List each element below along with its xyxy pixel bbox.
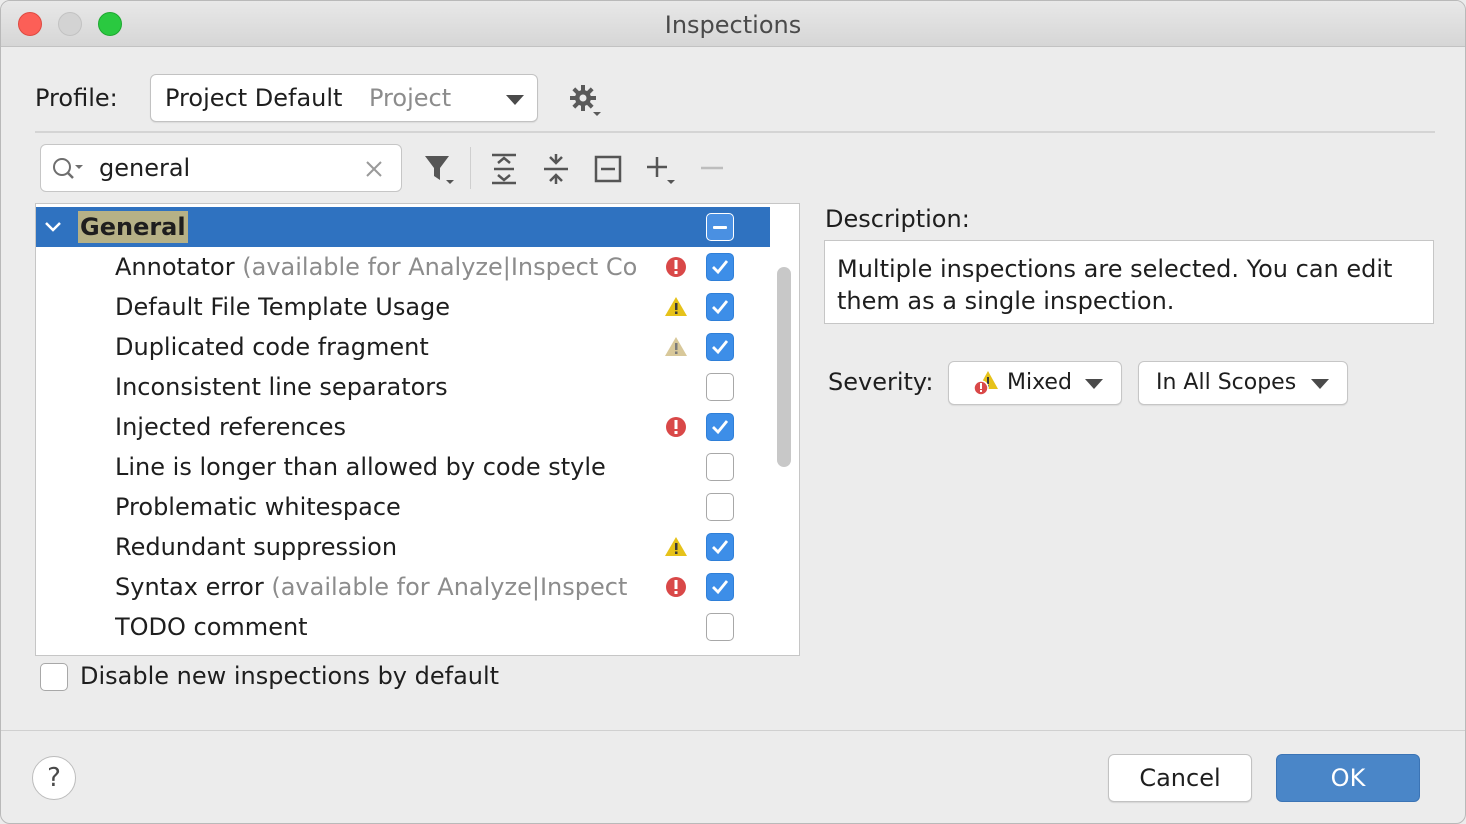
tree-item[interactable]: Syntax error (available for Analyze|Insp… (36, 567, 770, 607)
checkmark-icon (712, 340, 729, 355)
chevron-down-icon[interactable] (44, 218, 62, 236)
search-input[interactable] (99, 153, 349, 183)
warning-icon (665, 537, 687, 556)
group-label: General (78, 211, 188, 243)
tree-item[interactable]: Annotator (available for Analyze|Inspect… (36, 247, 770, 287)
chevron-down-icon (506, 95, 524, 105)
inspection-name: Injected references (115, 413, 347, 441)
collapse-all-icon[interactable] (539, 152, 573, 186)
checkmark-icon (712, 300, 729, 315)
inspection-name: Inconsistent line separators (115, 373, 448, 401)
expand-all-icon[interactable] (487, 152, 521, 186)
weak-warning-icon (665, 337, 687, 356)
inspection-checkbox[interactable] (706, 493, 734, 521)
severity-label: Severity: (828, 368, 934, 396)
inspection-checkbox[interactable] (706, 253, 734, 281)
inspection-name: Line is longer than allowed by code styl… (115, 453, 606, 481)
error-icon (666, 577, 686, 597)
scope-dropdown[interactable]: In All Scopes (1138, 361, 1348, 405)
inspection-hint: (available for Analyze|Inspect Co (242, 253, 638, 281)
inspection-checkbox[interactable] (706, 613, 734, 641)
inspections-tree[interactable]: General Annotator (available for Analyze… (35, 203, 800, 656)
tree-item[interactable]: TODO comment (36, 607, 770, 647)
inspection-label: Redundant suppression (115, 533, 397, 561)
error-icon (666, 257, 686, 277)
tree-item[interactable]: Duplicated code fragment (36, 327, 770, 367)
chevron-down-icon (1085, 379, 1103, 389)
inspection-checkbox[interactable] (706, 373, 734, 401)
disable-new-label: Disable new inspections by default (80, 662, 500, 690)
description-label: Description: (825, 205, 970, 233)
inspection-label: Annotator (available for Analyze|Inspect… (115, 253, 637, 281)
severity-dropdown[interactable]: Mixed (948, 361, 1122, 405)
inspection-name: Default File Template Usage (115, 293, 451, 321)
inspection-name: Redundant suppression (115, 533, 398, 561)
inspection-label: Syntax error (available for Analyze|Insp… (115, 573, 627, 601)
help-button[interactable]: ? (32, 756, 76, 800)
cancel-button[interactable]: Cancel (1108, 754, 1252, 802)
tree-item[interactable]: Default File Template Usage (36, 287, 770, 327)
inspection-checkbox[interactable] (706, 413, 734, 441)
error-icon (666, 417, 686, 437)
group-checkbox[interactable] (706, 213, 734, 241)
filter-icon[interactable] (422, 152, 456, 186)
severity-value: Mixed (1007, 370, 1072, 395)
reset-to-default-icon[interactable] (591, 152, 625, 186)
disable-new-checkbox[interactable] (40, 663, 68, 691)
inspection-name: Problematic whitespace (115, 493, 401, 521)
footer-divider (1, 730, 1465, 731)
ok-button[interactable]: OK (1276, 754, 1420, 802)
search-icon (53, 158, 83, 179)
scrollbar[interactable] (777, 267, 791, 467)
gear-icon[interactable] (569, 84, 603, 118)
inspection-name: Annotator (115, 253, 235, 281)
inspection-label: Inconsistent line separators (115, 373, 448, 401)
mixed-severity-icon (973, 371, 998, 396)
inspection-label: Duplicated code fragment (115, 333, 429, 361)
profile-dropdown[interactable]: Project Default Project (150, 74, 538, 122)
search-field[interactable] (40, 144, 402, 192)
inspection-checkbox[interactable] (706, 333, 734, 361)
toolbar-separator (470, 147, 471, 189)
inspection-checkbox[interactable] (706, 533, 734, 561)
profile-name: Project Default (165, 84, 343, 112)
divider (35, 131, 1435, 133)
inspection-checkbox[interactable] (706, 293, 734, 321)
inspection-label: Default File Template Usage (115, 293, 450, 321)
tree-group-general[interactable]: General (36, 207, 770, 247)
inspection-hint: (available for Analyze|Inspect (271, 573, 628, 601)
inspection-label: Injected references (115, 413, 346, 441)
inspection-name: Duplicated code fragment (115, 333, 429, 361)
tree-item[interactable]: Injected references (36, 407, 770, 447)
remove-icon (701, 166, 723, 170)
tree-item[interactable]: Line is longer than allowed by code styl… (36, 447, 770, 487)
inspection-name: TODO comment (115, 613, 308, 641)
inspection-checkbox[interactable] (706, 453, 734, 481)
checkmark-icon (712, 540, 729, 555)
checkmark-icon (712, 260, 729, 275)
tree-item[interactable]: Inconsistent line separators (36, 367, 770, 407)
warning-icon (665, 297, 687, 316)
add-icon[interactable] (643, 152, 677, 186)
tree-item[interactable]: Problematic whitespace (36, 487, 770, 527)
inspection-name: Syntax error (115, 573, 264, 601)
inspection-checkbox[interactable] (706, 573, 734, 601)
profile-scope: Project (369, 84, 452, 112)
inspections-dialog: Inspections Profile: Project Default Pro… (0, 0, 1466, 824)
title-bar: Inspections (1, 1, 1465, 47)
profile-label: Profile: (35, 84, 118, 112)
tree-item[interactable]: Redundant suppression (36, 527, 770, 567)
scope-value: In All Scopes (1156, 370, 1297, 395)
inspection-label: TODO comment (115, 613, 308, 641)
clear-search-icon[interactable] (363, 158, 385, 180)
inspection-label: Line is longer than allowed by code styl… (115, 453, 606, 481)
description-text: Multiple inspections are selected. You c… (824, 240, 1434, 324)
window-title: Inspections (664, 11, 802, 39)
checkmark-icon (712, 580, 729, 595)
chevron-down-icon (1311, 379, 1329, 389)
inspection-label: Problematic whitespace (115, 493, 401, 521)
checkmark-icon (712, 420, 729, 435)
